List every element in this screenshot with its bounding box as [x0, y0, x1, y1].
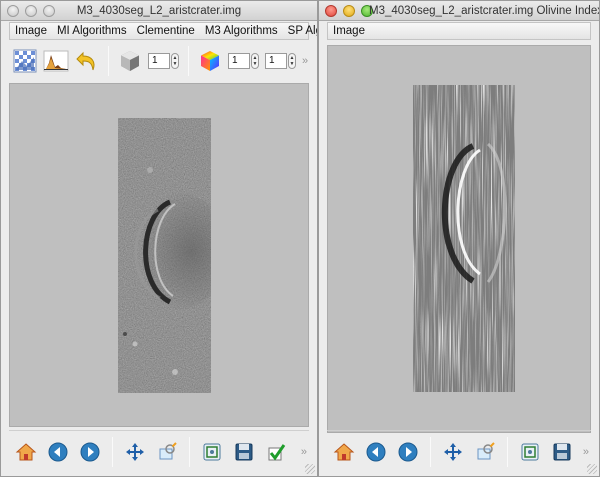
gray-band-stepper[interactable]: ▲ ▼	[171, 53, 179, 69]
forward-arrow-icon	[80, 442, 100, 462]
gray-band-field[interactable]: 1	[148, 53, 170, 69]
bottom-toolbar-overflow-button[interactable]: »	[583, 446, 589, 458]
window-titlebar[interactable]: M3_4030seg_L2_aristcrater.img Olivine In…	[319, 1, 599, 21]
gray-cube-icon	[121, 51, 139, 71]
histogram-button[interactable]	[43, 48, 69, 74]
color-band-field-1[interactable]: 1	[228, 53, 250, 69]
back-arrow-icon	[48, 442, 68, 462]
olivine-index-image	[413, 85, 515, 392]
menu-clementine[interactable]: Clementine	[132, 25, 200, 37]
window-titlebar[interactable]: M3_4030seg_L2_aristcrater.img	[1, 1, 317, 21]
color-band-stepper-2[interactable]: ▲ ▼	[288, 53, 296, 69]
top-toolbar: 1 ▲ ▼ 1 ▲ ▼ 1 ▲ ▼ »	[9, 43, 309, 79]
settings-sliders-icon	[521, 443, 539, 461]
menu-m3-algorithms[interactable]: M3 Algorithms	[200, 25, 283, 37]
resize-grip[interactable]	[587, 464, 597, 474]
settings-sliders-icon	[203, 443, 221, 461]
histogram-icon	[43, 50, 69, 72]
main-image-window: M3_4030seg_L2_aristcrater.img Image MI A…	[0, 0, 318, 477]
back-button[interactable]	[45, 439, 71, 465]
pan-move-icon	[444, 443, 462, 461]
zoom-tool-icon	[159, 442, 177, 460]
lunar-crater-image	[118, 118, 211, 393]
color-band-spinner-1[interactable]: 1 ▲ ▼	[228, 53, 259, 69]
menu-image[interactable]: Image	[10, 25, 52, 37]
color-band-stepper-1[interactable]: ▲ ▼	[251, 53, 259, 69]
back-arrow-icon	[366, 442, 386, 462]
back-button[interactable]	[363, 439, 389, 465]
checkered-overlay-button[interactable]	[13, 48, 37, 74]
image-viewport[interactable]	[327, 45, 591, 433]
bottom-divider	[327, 430, 591, 431]
toolbar-separator	[430, 437, 431, 467]
checkmark-icon	[268, 444, 286, 461]
menu-sp-algorithms[interactable]: SP Algorithms	[283, 25, 317, 37]
color-cube-icon	[201, 51, 219, 71]
configure-button[interactable]	[199, 439, 225, 465]
gray-band-spinner[interactable]: 1 ▲ ▼	[148, 53, 179, 69]
bottom-toolbar: »	[9, 434, 309, 470]
grayscale-mode-button[interactable]	[118, 48, 142, 74]
window-title: M3_4030seg_L2_aristcrater.img Olivine In…	[369, 5, 600, 17]
zoom-tool-icon	[477, 442, 495, 460]
color-mode-button[interactable]	[198, 48, 222, 74]
bottom-toolbar-overflow-button[interactable]: »	[301, 446, 307, 458]
home-button[interactable]	[331, 439, 357, 465]
home-icon	[15, 443, 37, 461]
checkered-overlay-icon	[13, 49, 37, 73]
toolbar-overflow-button[interactable]: »	[302, 55, 308, 67]
forward-button[interactable]	[77, 439, 103, 465]
save-disk-icon	[235, 443, 253, 461]
bottom-toolbar: »	[327, 434, 591, 470]
forward-arrow-icon	[398, 442, 418, 462]
olivine-index-window: M3_4030seg_L2_aristcrater.img Olivine In…	[318, 0, 600, 477]
image-viewport[interactable]	[9, 83, 309, 427]
undo-arrow-icon	[76, 51, 95, 71]
toolbar-separator	[108, 46, 109, 76]
pan-move-icon	[126, 443, 144, 461]
toolbar-separator	[112, 437, 113, 467]
toolbar-separator	[188, 46, 189, 76]
home-button[interactable]	[13, 439, 39, 465]
zoom-tool-button[interactable]	[472, 439, 498, 465]
pan-button[interactable]	[122, 439, 148, 465]
menu-image[interactable]: Image	[328, 25, 370, 37]
menu-bar: Image MI Algorithms Clementine M3 Algori…	[9, 22, 317, 40]
color-band-spinner-2[interactable]: 1 ▲ ▼	[265, 53, 296, 69]
bottom-divider	[9, 430, 309, 431]
pan-button[interactable]	[440, 439, 466, 465]
apply-button[interactable]	[263, 439, 289, 465]
save-disk-icon	[553, 443, 571, 461]
home-icon	[333, 443, 355, 461]
undo-button[interactable]	[75, 48, 99, 74]
window-title: M3_4030seg_L2_aristcrater.img	[76, 5, 242, 17]
configure-button[interactable]	[517, 439, 543, 465]
save-button[interactable]	[549, 439, 575, 465]
toolbar-separator	[189, 437, 190, 467]
zoom-tool-button[interactable]	[154, 439, 180, 465]
forward-button[interactable]	[395, 439, 421, 465]
toolbar-separator	[507, 437, 508, 467]
resize-grip[interactable]	[305, 464, 315, 474]
color-band-field-2[interactable]: 1	[265, 53, 287, 69]
menu-bar: Image	[327, 22, 591, 40]
save-button[interactable]	[231, 439, 257, 465]
menu-mi-algorithms[interactable]: MI Algorithms	[52, 25, 132, 37]
